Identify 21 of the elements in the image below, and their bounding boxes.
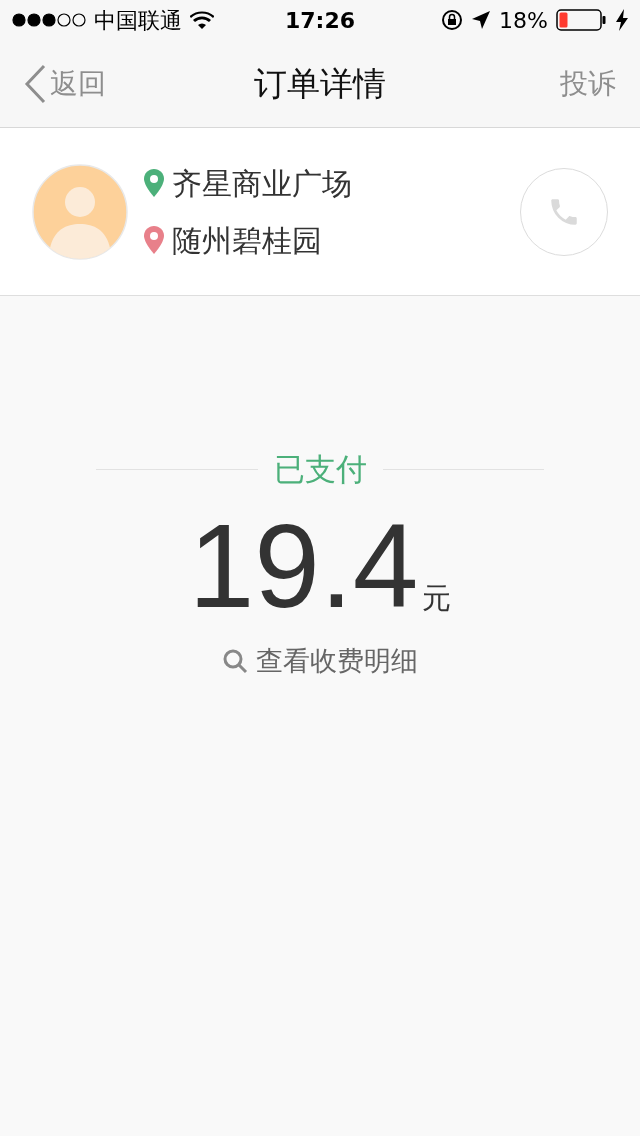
back-button[interactable]: 返回	[24, 62, 106, 105]
amount: 19.4	[188, 506, 419, 625]
location-arrow-icon	[471, 10, 492, 30]
carrier-name: 中国联通	[94, 6, 182, 35]
signal-icon	[12, 13, 86, 27]
avatar-icon	[32, 163, 128, 260]
battery-icon	[556, 9, 608, 31]
status-time: 17:26	[285, 6, 355, 35]
complaint-button[interactable]: 投诉	[560, 62, 616, 105]
rotation-lock-icon	[441, 9, 464, 31]
payment-status: 已支付	[273, 450, 367, 489]
currency-unit: 元	[422, 580, 452, 617]
search-icon	[222, 647, 248, 674]
location-name: 随州碧桂园	[172, 221, 322, 260]
fee-details-link[interactable]: 查看收费明细	[222, 640, 418, 681]
battery-percentage: 18%	[499, 6, 548, 35]
back-chevron-icon	[24, 63, 46, 104]
wifi-icon	[190, 11, 214, 29]
location-name: 齐星商业广场	[172, 164, 352, 203]
charging-bolt-icon	[616, 9, 628, 31]
page-title: 订单详情	[254, 62, 386, 105]
